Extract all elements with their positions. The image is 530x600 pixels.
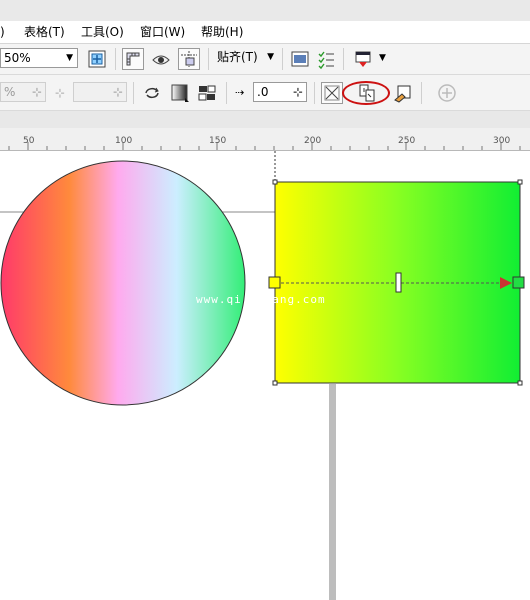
- menu-item-tools[interactable]: 工具(O): [81, 23, 124, 41]
- zoom-level-value: 50%: [4, 51, 31, 65]
- offset-icon: ⇢: [235, 86, 245, 99]
- toolbar-separator: [115, 48, 116, 70]
- spin-icon: ⊹: [112, 85, 123, 99]
- smooth-blend-icon[interactable]: [321, 82, 343, 104]
- selection-handle[interactable]: [517, 179, 523, 185]
- chevron-down-icon: ▼: [66, 53, 73, 63]
- gradient-circle[interactable]: [0, 160, 246, 406]
- toolbar-separator: [282, 48, 283, 70]
- angle-icon: ⊹: [55, 86, 66, 100]
- spin-icon: ⊹: [292, 85, 303, 99]
- ruler-label: 50: [23, 136, 35, 146]
- property-bar: % ⊹ ⊹ ⊹ ⇢ .0 ⊹: [0, 75, 530, 111]
- show-rulers-icon[interactable]: [122, 48, 144, 70]
- show-guidelines-icon[interactable]: [178, 48, 200, 70]
- edge-pad-value: .0: [257, 85, 269, 99]
- gradient-start-node[interactable]: [268, 276, 281, 289]
- toolbar-gap: [0, 111, 530, 128]
- add-icon[interactable]: [436, 82, 458, 104]
- canvas-drawing: [0, 151, 525, 600]
- clear-transparency-icon[interactable]: [392, 82, 414, 104]
- toolbar-separator: [314, 82, 315, 104]
- gradient-midpoint-slider[interactable]: [395, 272, 402, 293]
- horizontal-ruler[interactable]: 50 100 150 200 250 300: [0, 128, 530, 151]
- edge-pad-field[interactable]: .0 ⊹: [253, 82, 307, 102]
- zoom-level-select[interactable]: 50% ▼: [0, 48, 78, 68]
- menu-item-help[interactable]: 帮助(H): [201, 23, 243, 41]
- standard-toolbar: 50% ▼ 贴齐(T) ▼ ▼: [0, 44, 530, 75]
- selection-handle[interactable]: [517, 380, 523, 386]
- menu-bar: ) 表格(T) 工具(O) 窗口(W) 帮助(H): [0, 0, 530, 44]
- launcher-icon[interactable]: [352, 48, 374, 70]
- midpoint-percent-field[interactable]: % ⊹: [0, 82, 46, 102]
- page-shadow: [329, 384, 336, 600]
- chevron-down-icon[interactable]: ▼: [379, 53, 386, 63]
- toolbar-separator: [343, 48, 344, 70]
- menu-item-cutoff[interactable]: ): [0, 23, 5, 41]
- view-eye-icon[interactable]: [150, 48, 172, 70]
- toolbar-separator: [226, 82, 227, 104]
- ruler-label: 250: [398, 136, 416, 146]
- toolbar-separator: [421, 82, 422, 104]
- menu-item-window[interactable]: 窗口(W): [140, 23, 185, 41]
- gradient-end-node[interactable]: [512, 276, 525, 289]
- midpoint-percent-value: %: [4, 85, 16, 99]
- ruler-label: 300: [493, 136, 511, 146]
- options-checklist-icon[interactable]: [315, 48, 337, 70]
- ruler-label: 100: [115, 136, 133, 146]
- page-options-icon[interactable]: [289, 48, 311, 70]
- zoom-fit-icon[interactable]: [86, 48, 108, 70]
- chevron-down-icon: ▼: [267, 52, 274, 62]
- ruler-label: 200: [304, 136, 322, 146]
- ruler-ticks: [8, 142, 521, 150]
- freeze-transparency-icon[interactable]: [196, 82, 218, 104]
- menu-item-table[interactable]: 表格(T): [24, 23, 65, 41]
- angle-field[interactable]: ⊹: [73, 82, 127, 102]
- snap-to-dropdown[interactable]: 贴齐(T) ▼: [214, 48, 276, 68]
- title-strip: [0, 0, 530, 21]
- selection-handle[interactable]: [272, 380, 278, 386]
- selection-handle[interactable]: [272, 179, 278, 185]
- repeat-icon[interactable]: [141, 82, 163, 104]
- transparency-gradient-icon[interactable]: [169, 82, 191, 104]
- drawing-canvas[interactable]: www.qi ang.com: [0, 151, 530, 600]
- snap-to-label: 贴齐(T): [217, 50, 258, 64]
- watermark-text: www.qi ang.com: [196, 293, 326, 306]
- highlight-circle: [342, 81, 390, 105]
- spin-icon: ⊹: [31, 85, 42, 99]
- toolbar-separator: [133, 82, 134, 104]
- ruler-label: 150: [209, 136, 227, 146]
- toolbar-separator: [208, 48, 209, 70]
